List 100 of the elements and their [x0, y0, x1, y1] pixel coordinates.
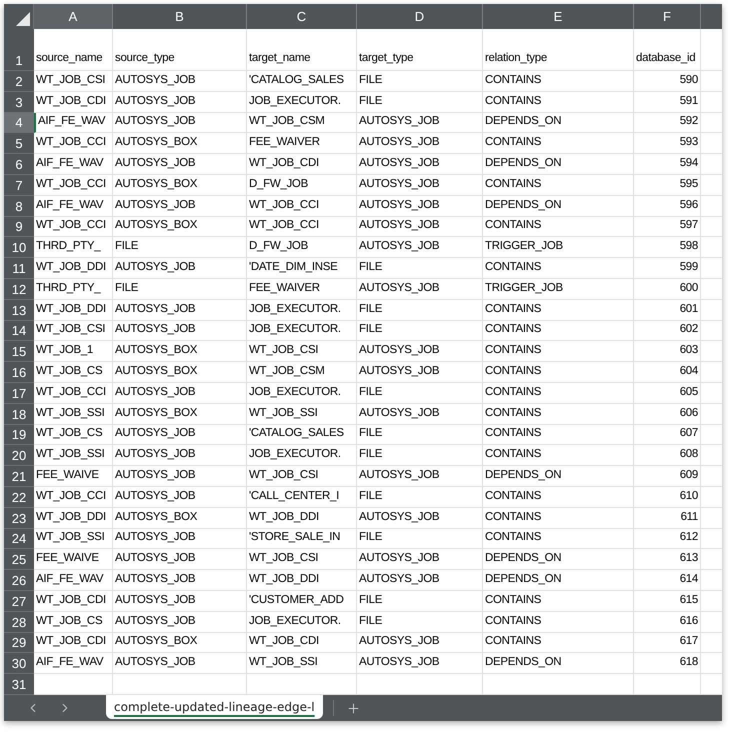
table-cell: 'CATALOG_SALES [247, 71, 357, 92]
row-header[interactable]: 12 [4, 278, 34, 300]
table-cell: FILE [357, 382, 483, 404]
table-cell: WT_JOB_DDI [34, 258, 113, 279]
table-cell: JOB_EXECUTOR. [247, 612, 357, 633]
table-cell: FILE [357, 300, 483, 321]
row-header[interactable]: 26 [4, 570, 34, 591]
table-cell: CONTAINS [483, 508, 634, 529]
row-header[interactable]: 28 [4, 612, 34, 633]
table-cell: AUTOSYS_JOB [113, 424, 247, 446]
table-cell: D_FW_JOB [247, 174, 357, 196]
table-cell: FILE [357, 320, 483, 342]
table-cell: FEE_WAIVE [34, 549, 113, 570]
row-header[interactable]: 10 [4, 237, 34, 258]
row-header[interactable]: 2 [4, 71, 34, 92]
row-header[interactable]: 31 [4, 674, 34, 696]
table-cell: WT_JOB_CS [34, 362, 113, 383]
table-cell: 'STORE_SALE_IN [247, 528, 357, 550]
table-cell: 'DATE_DIM_INSE [247, 258, 357, 279]
table-cell: FILE [357, 528, 483, 550]
table-cell: CONTAINS [483, 632, 634, 654]
table-cell: WT_JOB_DDI [34, 508, 113, 529]
row-header[interactable]: 6 [4, 154, 34, 175]
table-cell: WT_JOB_SSI [247, 653, 357, 674]
row-header[interactable]: 16 [4, 362, 34, 383]
row-header[interactable]: 18 [4, 404, 34, 425]
table-cell: WT_JOB_CSM [247, 362, 357, 383]
row-header[interactable]: 11 [4, 258, 34, 279]
table-cell: CONTAINS [483, 71, 634, 92]
table-cell: WT_JOB_CS [34, 612, 113, 633]
row-header[interactable]: 7 [4, 174, 34, 196]
row-header[interactable]: 25 [4, 549, 34, 570]
table-cell: AUTOSYS_JOB [113, 112, 247, 134]
row-header[interactable]: 17 [4, 382, 34, 404]
table-cell: WT_JOB_DDI [34, 300, 113, 321]
table-cell: WT_JOB_CCI [34, 382, 113, 404]
table-cell: CONTAINS [483, 174, 634, 196]
table-cell: WT_JOB_CCI [247, 216, 357, 238]
row-header[interactable]: 21 [4, 466, 34, 487]
table-cell: CONTAINS [483, 362, 634, 383]
row-header[interactable]: 19 [4, 424, 34, 446]
table-cell: CONTAINS [483, 382, 634, 404]
row-header[interactable]: 24 [4, 528, 34, 550]
table-cell: AUTOSYS_JOB [357, 362, 483, 383]
table-cell: AUTOSYS_JOB [113, 466, 247, 487]
table-cell: AIF_FE_WAV [34, 196, 113, 217]
table-cell: DEPENDS_ON [483, 196, 634, 217]
table-cell: WT_JOB_CCI [34, 133, 113, 154]
row-header[interactable]: 15 [4, 341, 34, 362]
table-cell: AIF_FE_WAV [34, 570, 113, 591]
header-cell: source_type [113, 29, 247, 71]
table-cell: CONTAINS [483, 424, 634, 446]
table-cell: AUTOSYS_JOB [357, 216, 483, 238]
table-cell: AUTOSYS_BOX [113, 216, 247, 238]
row-header[interactable]: 5 [4, 133, 34, 154]
row-header[interactable]: 23 [4, 508, 34, 529]
table-cell: AUTOSYS_JOB [357, 154, 483, 175]
sheet-tab[interactable]: complete-updated-lineage-edge-l [106, 695, 323, 720]
table-cell: WT_JOB_CDI [34, 590, 113, 612]
table-cell: DEPENDS_ON [483, 653, 634, 674]
table-cell: WT_JOB_CS [34, 424, 113, 446]
column-header[interactable]: A [34, 4, 113, 29]
row-header[interactable]: 4 [4, 112, 34, 134]
table-cell: WT_JOB_1 [34, 341, 113, 362]
header-cell: source_name [34, 29, 113, 71]
table-cell: FEE_WAIVER [247, 133, 357, 154]
table-cell: FEE_WAIVE [34, 466, 113, 487]
header-cell: target_name [247, 29, 357, 71]
table-cell: AIF_FE_WAV [34, 112, 113, 134]
row-header[interactable]: 29 [4, 632, 34, 654]
row-header[interactable]: 30 [4, 653, 34, 674]
row-header[interactable]: 13 [4, 300, 34, 321]
table-cell: AUTOSYS_JOB [113, 300, 247, 321]
row-header[interactable]: 22 [4, 486, 34, 508]
table-cell: AUTOSYS_JOB [357, 653, 483, 674]
table-cell: 'CALL_CENTER_I [247, 486, 357, 508]
row-header[interactable]: 3 [4, 92, 34, 113]
header-cell: target_type [357, 29, 483, 71]
table-cell: WT_JOB_CSI [247, 341, 357, 362]
table-cell: FILE [357, 486, 483, 508]
table-cell: D_FW_JOB [247, 237, 357, 258]
table-cell: DEPENDS_ON [483, 466, 634, 487]
table-cell: AUTOSYS_JOB [113, 382, 247, 404]
table-cell: FEE_WAIVER [247, 278, 357, 300]
table-cell: FILE [357, 92, 483, 113]
table-cell: AUTOSYS_JOB [357, 237, 483, 258]
row-header[interactable]: 14 [4, 320, 34, 342]
table-cell: WT_JOB_CSM [247, 112, 357, 134]
row-header[interactable]: 1 [4, 29, 34, 71]
table-cell: WT_JOB_CCI [247, 196, 357, 217]
table-cell: WT_JOB_SSI [34, 445, 113, 466]
table-cell: JOB_EXECUTOR. [247, 320, 357, 342]
table-cell: WT_JOB_CDI [247, 632, 357, 654]
row-header[interactable]: 20 [4, 445, 34, 466]
table-cell: FILE [113, 237, 247, 258]
row-header[interactable]: 8 [4, 196, 34, 217]
table-cell: AUTOSYS_JOB [113, 570, 247, 591]
row-header[interactable]: 9 [4, 216, 34, 238]
plus-icon [346, 700, 362, 716]
row-header[interactable]: 27 [4, 590, 34, 612]
